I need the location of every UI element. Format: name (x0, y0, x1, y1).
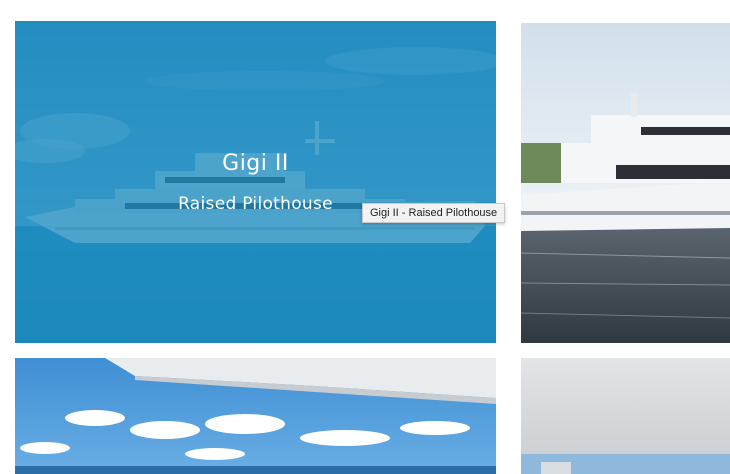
deck-ceiling-photo (521, 358, 730, 474)
deck-sky-photo (15, 358, 496, 474)
gallery-tile-3[interactable] (15, 358, 496, 474)
photo-gallery: Gigi II Raised Pilothouse Gigi II - Rais… (0, 0, 730, 474)
tooltip: Gigi II - Raised Pilothouse (362, 203, 506, 223)
gallery-tile-4[interactable] (521, 358, 730, 474)
gallery-tile-2[interactable] (521, 23, 730, 343)
hover-overlay (15, 21, 496, 343)
gallery-tile-gigi-ii[interactable]: Gigi II Raised Pilothouse (15, 21, 496, 343)
yacht-dock-photo (521, 23, 730, 343)
yacht-name: Gigi II (222, 151, 289, 176)
